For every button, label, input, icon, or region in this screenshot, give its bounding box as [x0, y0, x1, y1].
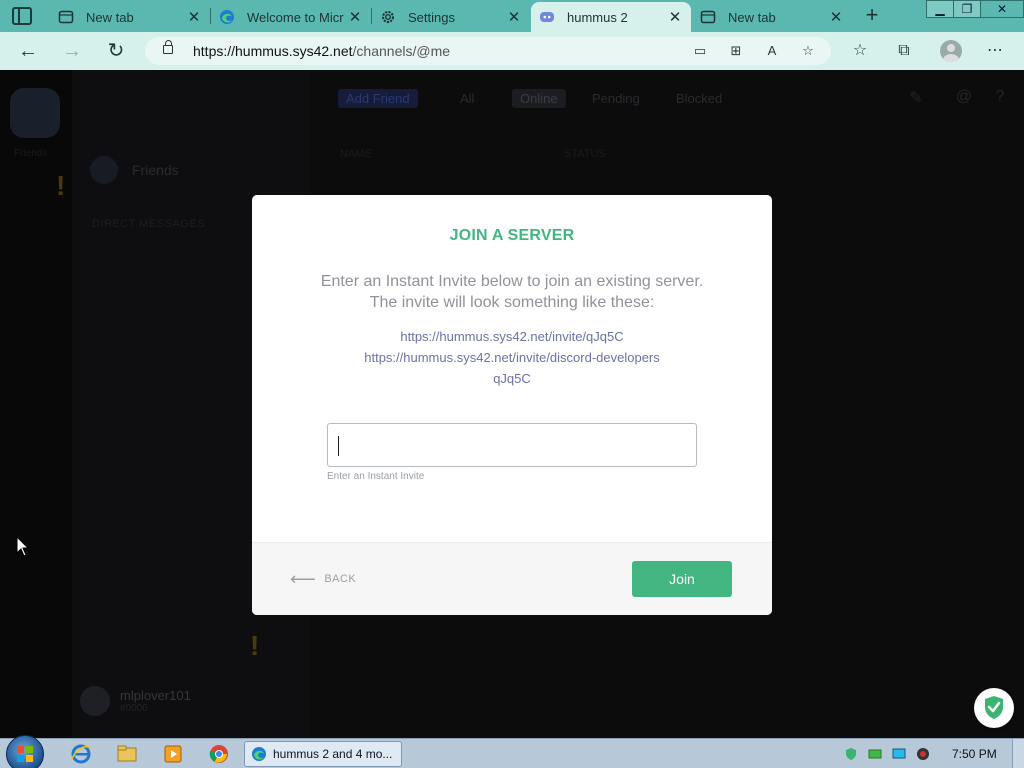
modal-description: Enter an Instant Invite below to join an… [320, 273, 704, 311]
newtab-icon [58, 9, 74, 25]
window-close-button[interactable]: ✕ [980, 0, 1024, 18]
tab-title: New tab [86, 9, 134, 25]
start-button[interactable] [6, 735, 44, 768]
apps-grid-icon[interactable]: ⊞ [727, 42, 745, 60]
guild-label: Friends [14, 148, 48, 159]
taskbar-edge-task[interactable]: hummus 2 and 4 mo... [244, 741, 402, 767]
close-icon[interactable]: ✕ [828, 8, 844, 26]
help-icon[interactable]: ? [990, 88, 1010, 108]
collections-icon[interactable]: ⧉ [893, 40, 915, 62]
read-aloud-icon[interactable]: A [763, 42, 781, 60]
address-bar[interactable]: https://hummus.sys42.net/channels/@me ▭ … [145, 37, 831, 65]
media-player-icon[interactable] [162, 743, 184, 765]
input-hint: Enter an Instant Invite [327, 471, 425, 482]
tray-battery-icon[interactable] [868, 747, 882, 761]
file-explorer-icon[interactable] [116, 743, 138, 765]
new-tab-plus-icon[interactable]: + [860, 4, 884, 28]
invite-input[interactable] [327, 423, 697, 467]
mouse-cursor-icon [16, 536, 30, 557]
tab-title: New tab [728, 9, 776, 25]
task-label: hummus 2 and 4 mo... [273, 747, 393, 761]
discord-icon [539, 9, 555, 25]
avatar[interactable] [80, 686, 110, 716]
device-icon[interactable]: ▭ [691, 42, 709, 60]
close-icon[interactable]: ✕ [186, 8, 202, 26]
modal-title: JOIN A SERVER [449, 227, 575, 244]
column-name-header: NAME [340, 148, 372, 160]
invite-example: qJq5C [493, 371, 531, 386]
taskbar: hummus 2 and 4 mo... 7:50 PM [0, 735, 1024, 768]
close-icon[interactable]: ✕ [667, 8, 683, 26]
invite-example: https://hummus.sys42.net/invite/discord-… [364, 350, 660, 365]
tab-online[interactable]: Online [512, 89, 566, 108]
tab-title: Welcome to Micr [247, 9, 344, 25]
tray-volume-icon[interactable] [916, 747, 930, 761]
warning-icon: ! [56, 170, 66, 201]
tab-pending[interactable]: Pending [584, 89, 648, 108]
warning-icon: ! [250, 630, 260, 661]
modal-footer: ⟵ BACK Join [252, 542, 772, 615]
gear-icon [380, 9, 396, 25]
tray-shield-icon[interactable] [844, 747, 858, 761]
browser-tab-strip: New tab ✕ Welcome to Micr ✕ Settings ✕ h… [0, 0, 1024, 32]
url-text: https://hummus.sys42.net/channels/@me [193, 43, 451, 59]
tab-new-tab-2[interactable]: New tab ✕ [692, 2, 852, 32]
tab-title: hummus 2 [567, 9, 628, 25]
windows-logo-icon [17, 746, 33, 762]
back-label: BACK [324, 573, 357, 585]
friends-header: Add Friend All Online Pending Blocked ✎ … [310, 70, 1024, 126]
refresh-icon[interactable]: ↻ [104, 39, 128, 63]
close-icon[interactable]: ✕ [347, 8, 363, 26]
username: mlplover101 [120, 687, 191, 703]
lock-icon[interactable] [163, 40, 173, 54]
minimize-button[interactable]: ▁ [926, 0, 954, 18]
user-panel: mlplover101 #0000 [80, 686, 191, 716]
mentions-icon[interactable]: @ [954, 88, 974, 108]
invite-example: https://hummus.sys42.net/invite/qJq5C [400, 329, 624, 344]
friends-nav-item[interactable]: Friends [90, 156, 179, 184]
user-discriminator: #0000 [120, 702, 148, 714]
add-friend-tab[interactable]: Add Friend [338, 89, 418, 108]
newtab-icon [700, 9, 716, 25]
edge-icon [252, 747, 266, 761]
internet-explorer-icon[interactable] [70, 743, 92, 765]
back-arrow-icon[interactable]: ← [16, 39, 40, 63]
back-button[interactable]: ⟵ BACK [290, 569, 357, 589]
tab-title: Settings [408, 9, 455, 25]
new-dm-icon[interactable]: ✎ [906, 88, 926, 108]
edge-icon [219, 9, 235, 25]
tab-hummus-2[interactable]: hummus 2 ✕ [531, 2, 691, 32]
add-favorite-icon[interactable]: ☆ [799, 42, 817, 60]
security-shield-icon[interactable] [974, 688, 1014, 728]
show-desktop-button[interactable] [1012, 739, 1024, 768]
back-arrow-icon: ⟵ [290, 569, 317, 589]
more-options-icon[interactable]: ⋯ [984, 40, 1006, 62]
forward-arrow-icon[interactable]: → [60, 39, 84, 63]
restore-button[interactable]: ❐ [953, 0, 981, 18]
tab-new-tab-1[interactable]: New tab ✕ [50, 2, 210, 32]
invite-examples: https://hummus.sys42.net/invite/qJq5C ht… [252, 326, 772, 389]
home-guild-button[interactable] [10, 88, 60, 138]
tab-welcome[interactable]: Welcome to Micr ✕ [211, 2, 371, 32]
column-status-header: STATUS [564, 148, 606, 160]
tab-all[interactable]: All [452, 89, 482, 108]
tab-blocked[interactable]: Blocked [668, 89, 730, 108]
friends-icon [90, 156, 118, 184]
browser-toolbar: ← → ↻ https://hummus.sys42.net/channels/… [0, 32, 1024, 70]
system-clock[interactable]: 7:50 PM [952, 747, 997, 761]
tray-network-icon[interactable] [892, 747, 906, 761]
tab-actions-menu-icon[interactable] [12, 7, 32, 25]
favorites-icon[interactable]: ☆ [849, 40, 871, 62]
profile-avatar-icon[interactable] [940, 40, 962, 62]
chrome-icon[interactable] [208, 743, 230, 765]
join-server-modal: JOIN A SERVER Enter an Instant Invite be… [252, 195, 772, 615]
text-caret [338, 436, 339, 456]
dm-header: DIRECT MESSAGES [92, 218, 206, 230]
friends-label: Friends [132, 162, 179, 178]
close-icon[interactable]: ✕ [506, 8, 522, 26]
tab-settings[interactable]: Settings ✕ [372, 2, 530, 32]
join-button[interactable]: Join [632, 561, 732, 597]
